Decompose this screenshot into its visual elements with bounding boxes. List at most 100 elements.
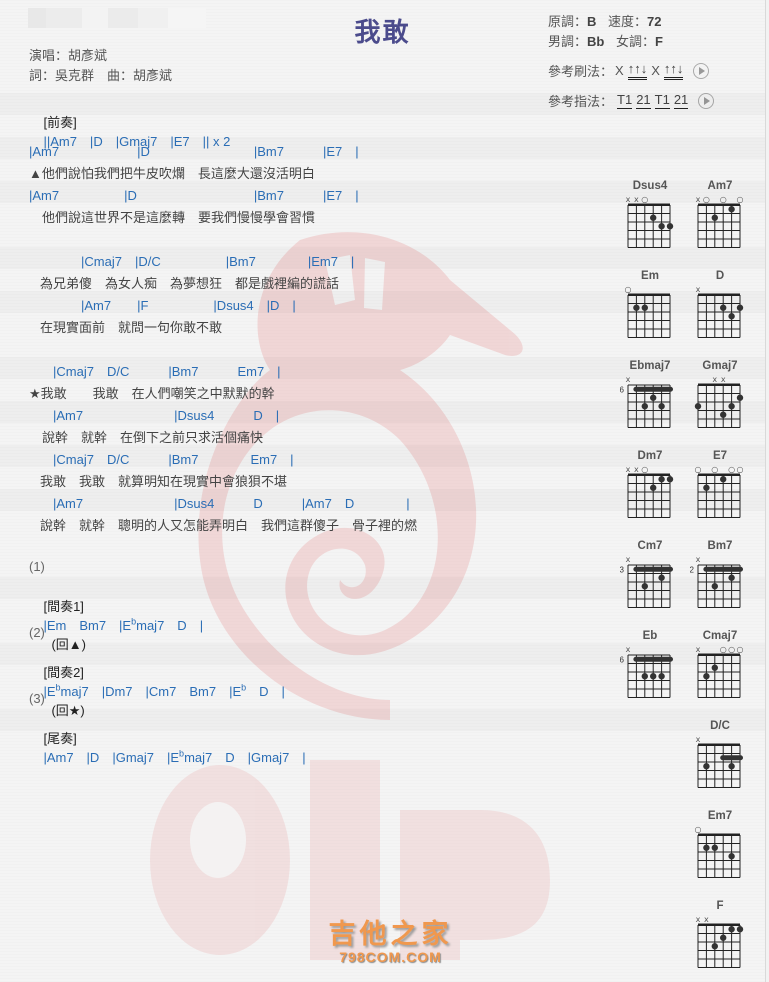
site-name-cn: 吉他之家: [328, 919, 453, 949]
chord-name: Ebmaj7: [629, 360, 671, 372]
finger-dot: [736, 304, 744, 311]
open-string-marker: ○: [737, 645, 744, 654]
barre: [633, 386, 673, 392]
lyric-line: ▲他們說怕我們把牛皮吹爛 長這麼大還沒活明白: [29, 166, 315, 181]
finger-dot: [711, 664, 718, 671]
muted-string-marker: x: [626, 195, 631, 204]
finger-dot: [711, 214, 718, 221]
finger-dot: [728, 926, 735, 933]
chord-grid: x6: [620, 645, 673, 698]
chord-grid: ○: [695, 825, 741, 878]
chord-line: |Am7 |F |Dsus4 |D |: [29, 298, 296, 313]
open-string-marker: ○: [737, 465, 744, 474]
finger-dot: [633, 304, 640, 311]
muted-string-marker: x: [626, 375, 631, 384]
open-string-marker: ○: [695, 825, 702, 834]
strum-beat: ↑↑↓: [663, 61, 684, 80]
chord-grid: x: [696, 285, 744, 338]
chord-sheet-page: 我敢 演唱：胡彥斌 詞：吳克群 曲：胡彥斌 原調：B 速度：72 男調：Bb 女…: [0, 0, 766, 982]
finger-dot: [641, 403, 648, 410]
strum-beat: X: [615, 63, 624, 78]
chord-line: |Am7 |D |Gmaj7 |Ebmaj7 D |Gmaj7 |: [43, 748, 306, 765]
tempo-label: 速度：: [608, 14, 648, 29]
chord-grid: ○: [625, 285, 671, 338]
finger-dot: [736, 926, 744, 933]
chord-grid: xx: [694, 375, 744, 428]
finger-dot: [666, 476, 674, 483]
finger-dot: [720, 476, 727, 483]
finger-dot: [650, 214, 657, 221]
strumming-label: 參考刷法：: [548, 64, 614, 79]
finger-dot: [728, 763, 735, 770]
finger-dot: [711, 583, 718, 590]
chord-name: Dsus4: [632, 180, 668, 192]
lyric-line: 在現實面前 就問一句你敢不敢: [40, 320, 223, 335]
section-number: (3): [29, 691, 45, 706]
finger-dot: [650, 673, 657, 680]
base-fret-label: 3: [620, 565, 625, 574]
open-string-marker: ○: [728, 465, 735, 474]
lyric-line: 說幹 就幹 在倒下之前只求活個痛快: [29, 430, 264, 445]
chord-grid: ○ ○ ○ ○: [695, 465, 744, 518]
lyric-line: 我敢 我敢 就算明知在現實中會狼狽不堪: [40, 474, 288, 489]
muted-string-marker: x: [704, 915, 709, 924]
finger-dot: [720, 411, 727, 418]
finger-dot: [641, 304, 648, 311]
finger-dot: [728, 403, 735, 410]
finger-dot: [711, 943, 718, 950]
muted-string-marker: x: [696, 735, 701, 744]
chord-line: |Cmaj7 |D/C |Bm7 |Em7 |: [29, 254, 355, 269]
section-number: (2): [29, 625, 45, 640]
finger-dot: [720, 304, 727, 311]
open-string-marker: ○: [703, 195, 710, 204]
finger-dot: [658, 403, 665, 410]
lyric-line: ★我敢 我敢 在人們嘲笑之中默默的幹: [29, 386, 275, 401]
strum-beat: ↑↑↓: [627, 61, 648, 80]
finger-dot: [658, 574, 665, 581]
open-string-marker: ○: [720, 645, 727, 654]
muted-string-marker: x: [626, 645, 631, 654]
chord-line: |Am7 |D |Bm7 |E7 |: [29, 144, 359, 159]
open-string-marker: ○: [720, 195, 727, 204]
barre: [720, 755, 743, 761]
finger-dot: [728, 853, 735, 860]
play-circle-icon[interactable]: [693, 62, 710, 79]
lyric-line: 為兄弟傻 為女人痴 為夢想狂 都是戲裡編的謊話: [40, 276, 340, 291]
muted-string-marker: x: [696, 285, 701, 294]
chord-grid: x ○ ○ ○: [696, 195, 744, 248]
muted-string-marker: x: [634, 465, 639, 474]
tempo-value: 72: [647, 14, 662, 29]
finger-dot: [641, 583, 648, 590]
chord-grid: x x ○: [626, 465, 674, 518]
credits-line: 詞：吳克群 曲：胡彥斌: [29, 68, 173, 83]
chord-grid: x ○ ○ ○: [696, 645, 744, 698]
lyric-line: 說幹 就幹 聰明的人又怎能弄明白 我們這群傻子 骨子裡的燃: [40, 518, 418, 533]
muted-string-marker: x: [626, 555, 631, 564]
chord-name: E7: [712, 450, 728, 462]
chord-name: Em7: [707, 810, 733, 822]
open-string-marker: ○: [711, 465, 718, 474]
muted-string-marker: x: [696, 555, 701, 564]
chord-line: |Cmaj7 D/C |Bm7 Em7 |: [40, 452, 294, 467]
lyric-line: 他們說這世界不是這麼轉 要我們慢慢學會習慣: [29, 210, 316, 225]
open-string-marker: ○: [641, 465, 648, 474]
muted-string-marker: x: [634, 195, 639, 204]
original-key-label: 原調：: [548, 14, 588, 29]
chord-grid: x2: [690, 555, 743, 608]
chord-grid: xx: [696, 915, 744, 968]
outro-line: [尾奏] |Am7 |D |Gmaj7 |Ebmaj7 D |Gmaj7 |: [29, 713, 306, 781]
finger-dot: [728, 313, 735, 320]
chord-grid: x x ○: [626, 195, 674, 248]
chord-line: |Am7 |Dsus4 D |Am7 D |: [40, 496, 410, 511]
open-string-marker: ○: [737, 195, 744, 204]
strum-beat: X: [651, 63, 660, 78]
open-string-marker: ○: [625, 285, 632, 294]
barre: [633, 566, 673, 572]
section-label: [間奏1]: [43, 599, 84, 614]
section-label: [尾奏]: [43, 731, 77, 746]
chord-line: |Em Bm7 |Ebmaj7 D |: [43, 616, 204, 633]
finger-dot: [703, 844, 710, 851]
muted-string-marker: x: [712, 375, 717, 384]
male-key-value: Bb: [587, 34, 605, 49]
female-key-label: 女調：: [615, 34, 655, 49]
